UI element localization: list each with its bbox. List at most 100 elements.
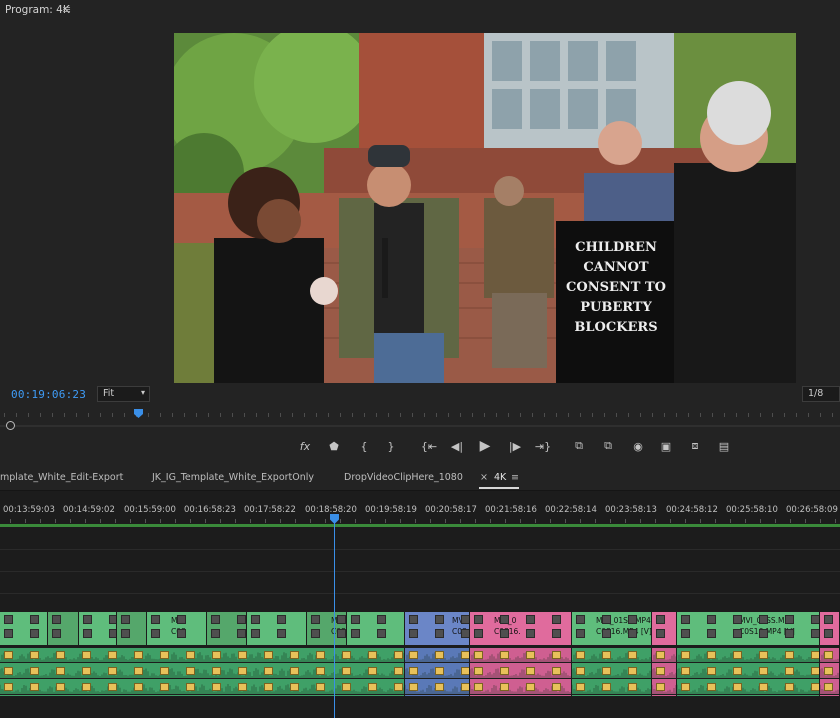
ruler-tick [55, 519, 56, 523]
ruler-tick [700, 519, 701, 523]
hamburger-icon[interactable]: ≡ [511, 472, 519, 483]
video-clip[interactable]: MVI_01SS.MP4C0S16.MP4 [V] [572, 612, 652, 645]
clip-fx-badge [474, 629, 483, 638]
audio-fx-badge [526, 683, 535, 691]
ruler-tick [295, 519, 296, 523]
proxy-toggle-icon[interactable]: ⧈ [684, 435, 706, 457]
go-to-out-icon[interactable]: ⇥} [532, 435, 554, 457]
audio-lane [572, 648, 651, 663]
audio-fx-badge [500, 683, 509, 691]
hamburger-icon[interactable]: ≡ [62, 3, 71, 16]
audio-clip[interactable] [677, 648, 820, 696]
ruler-tick [52, 413, 53, 417]
tab-template-white-edit-export[interactable]: mplate_White_Edit-Export [0, 472, 123, 483]
clip-fx-badge [337, 615, 346, 624]
ruler-tick [376, 413, 377, 417]
audio-clip[interactable] [572, 648, 652, 696]
playhead-timecode[interactable]: 00:19:06:23 [11, 388, 86, 401]
video-clip[interactable] [79, 612, 117, 645]
fx-icon[interactable]: fx [294, 435, 316, 457]
close-icon[interactable]: × [480, 472, 488, 483]
ruler-tick [640, 413, 641, 417]
video-clip[interactable]: MVI_0C0S16. [470, 612, 572, 645]
ruler-tick [280, 413, 281, 417]
audio-clip[interactable] [0, 648, 405, 696]
tab-dropvideoclip[interactable]: DropVideoClipHere_1080 [344, 472, 463, 483]
work-area-bar[interactable] [0, 524, 840, 527]
tab-4k[interactable]: 4K [494, 472, 506, 483]
mark-in-icon[interactable]: { [353, 435, 375, 457]
monitor-time-ruler[interactable] [0, 408, 840, 420]
zoom-level-select[interactable]: Fit ▾ [97, 386, 150, 402]
sequence-tabs: mplate_White_Edit-Export JK_IG_Template_… [0, 465, 840, 491]
audio-clip[interactable] [470, 648, 572, 696]
program-video-frame[interactable]: CHILDREN CANNOT CONSENT TO PUBERTY BLOCK… [174, 33, 796, 383]
track-divider [0, 571, 840, 572]
clip-fx-badge [351, 615, 360, 624]
audio-fx-badge [435, 667, 444, 675]
playback-resolution-select[interactable]: 1/8 [802, 386, 840, 402]
video-clip[interactable]: MVI_01SS.MP4C0S16.MP4 [V] [677, 612, 820, 645]
clip-fx-badge [377, 629, 386, 638]
clip-fx-badge [409, 629, 418, 638]
video-clip[interactable] [247, 612, 307, 645]
clip-fx-badge [177, 629, 186, 638]
ruler-tick [535, 519, 536, 523]
audio-lane [820, 680, 839, 695]
step-back-icon[interactable]: ◀| [446, 435, 468, 457]
video-clip[interactable] [207, 612, 247, 645]
audio-clip[interactable] [652, 648, 677, 696]
clip-fx-badge [785, 629, 794, 638]
video-clip[interactable] [652, 612, 677, 645]
audio-fx-badge [461, 683, 469, 691]
clip-fx-badge [811, 615, 819, 624]
clip-fx-badge [656, 629, 665, 638]
ruler-tick [148, 413, 149, 417]
panel-title[interactable]: Program: 4K [5, 4, 70, 16]
clip-fx-badge [351, 629, 360, 638]
video-clip[interactable] [117, 612, 147, 645]
ruler-tick [655, 519, 656, 523]
clip-fx-badge [576, 615, 585, 624]
lift-icon[interactable]: ⧉ [568, 435, 590, 457]
go-to-in-icon[interactable]: {⇤ [418, 435, 440, 457]
clip-fx-badge [337, 629, 346, 638]
video-clip[interactable]: MVIC0S [405, 612, 470, 645]
video-clip[interactable]: MVIC0S [307, 612, 347, 645]
zoom-scrollbar-handle[interactable] [6, 421, 15, 430]
tab-jk-ig-template[interactable]: JK_IG_Template_White_ExportOnly [152, 472, 314, 483]
ruler-tick [16, 413, 17, 417]
play-icon[interactable]: ▶ [474, 435, 496, 457]
video-clip[interactable] [0, 612, 48, 645]
ruler-tick [580, 519, 581, 523]
step-forward-icon[interactable]: |▶ [504, 435, 526, 457]
timeline-ruler[interactable]: 00:13:59:03 00:14:59:02 00:15:59:00 00:1… [0, 497, 840, 525]
video-clip[interactable]: MVIC0S [147, 612, 207, 645]
comparison-view-icon[interactable]: ▣ [655, 435, 677, 457]
ruler-tick [640, 519, 641, 523]
audio-fx-badge [707, 667, 716, 675]
export-frame-icon[interactable]: ◉ [627, 435, 649, 457]
marker-icon[interactable]: ⬟ [323, 435, 345, 457]
video-clip[interactable] [820, 612, 840, 645]
chevron-down-icon: ▾ [140, 388, 145, 397]
ruler-tick [832, 413, 833, 417]
mark-out-icon[interactable]: } [380, 435, 402, 457]
ruler-tick [208, 413, 209, 417]
video-clip[interactable] [48, 612, 79, 645]
extract-icon[interactable]: ⧉ [597, 435, 619, 457]
clip-fx-badge [759, 615, 768, 624]
audio-clip[interactable] [405, 648, 470, 696]
audio-fx-badge [681, 651, 690, 659]
ruler-tick [184, 413, 185, 417]
fx-label: fx [299, 439, 311, 453]
clip-fx-badge [526, 629, 535, 638]
audio-lane [677, 664, 819, 679]
video-clip[interactable] [347, 612, 405, 645]
monitor-zoom-scrollbar[interactable] [0, 425, 840, 427]
clip-fx-badge [4, 629, 13, 638]
multicam-icon[interactable]: ▤ [713, 435, 735, 457]
ruler-label: 00:22:58:14 [545, 505, 597, 515]
audio-clip[interactable] [820, 648, 840, 696]
ruler-tick [160, 519, 161, 523]
